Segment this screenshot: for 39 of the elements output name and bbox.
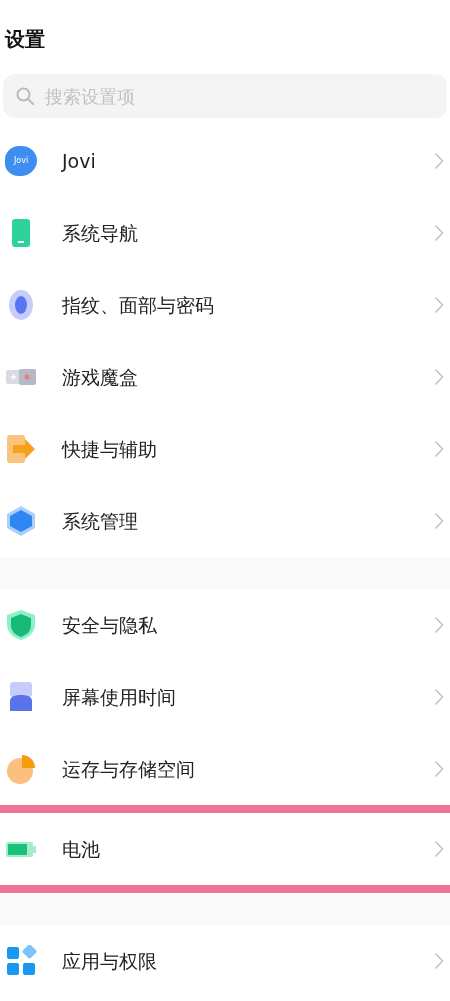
item-label: 快捷与辅助 bbox=[62, 436, 158, 462]
chevron-icon bbox=[434, 616, 444, 634]
chevron-icon bbox=[434, 152, 444, 170]
item-label: 游戏魔盒 bbox=[62, 364, 139, 390]
item-label: 系统导航 bbox=[62, 220, 139, 246]
settings-item[interactable]: 游戏魔盒 bbox=[0, 341, 450, 413]
shield-icon bbox=[5, 609, 37, 641]
item-label: 应用与权限 bbox=[62, 948, 158, 974]
item-label: 电池 bbox=[62, 836, 101, 862]
chevron-icon bbox=[434, 688, 444, 706]
chevron-icon bbox=[434, 440, 444, 458]
item-label: 屏幕使用时间 bbox=[62, 684, 177, 710]
arrow-icon bbox=[5, 433, 37, 465]
settings-item[interactable]: 系统导航 bbox=[0, 197, 450, 269]
settings-item[interactable]: Jovi Jovi bbox=[0, 125, 450, 197]
chevron-icon bbox=[434, 368, 444, 386]
chevron-icon bbox=[434, 952, 444, 970]
settings-item[interactable]: 屏幕使用时间 bbox=[0, 661, 450, 733]
chevron-icon bbox=[434, 512, 444, 530]
settings-item[interactable]: 运存与存储空间 bbox=[0, 733, 450, 805]
chevron-icon bbox=[434, 760, 444, 778]
settings-item[interactable]: 应用与权限 bbox=[0, 925, 450, 997]
item-label: 系统管理 bbox=[62, 508, 139, 534]
pie-chart-icon bbox=[5, 753, 37, 785]
item-label: 安全与隐私 bbox=[62, 612, 158, 638]
chevron-icon bbox=[434, 224, 444, 242]
settings-item[interactable]: 快捷与辅助 bbox=[0, 413, 450, 485]
item-label: 指纹、面部与密码 bbox=[62, 292, 215, 318]
settings-item[interactable]: 系统管理 bbox=[0, 485, 450, 557]
app-grid-icon bbox=[5, 945, 37, 977]
settings-item[interactable]: 指纹、面部与密码 bbox=[0, 269, 450, 341]
item-label: Jovi bbox=[62, 148, 97, 174]
settings-item[interactable]: 安全与隐私 bbox=[0, 589, 450, 661]
hexagon-icon bbox=[5, 505, 37, 537]
chevron-icon bbox=[434, 296, 444, 314]
item-label: 运存与存储空间 bbox=[62, 756, 196, 782]
page-title: 设置 bbox=[5, 26, 46, 52]
chevron-icon bbox=[434, 840, 444, 858]
logo-icon: Jovi bbox=[5, 146, 37, 176]
